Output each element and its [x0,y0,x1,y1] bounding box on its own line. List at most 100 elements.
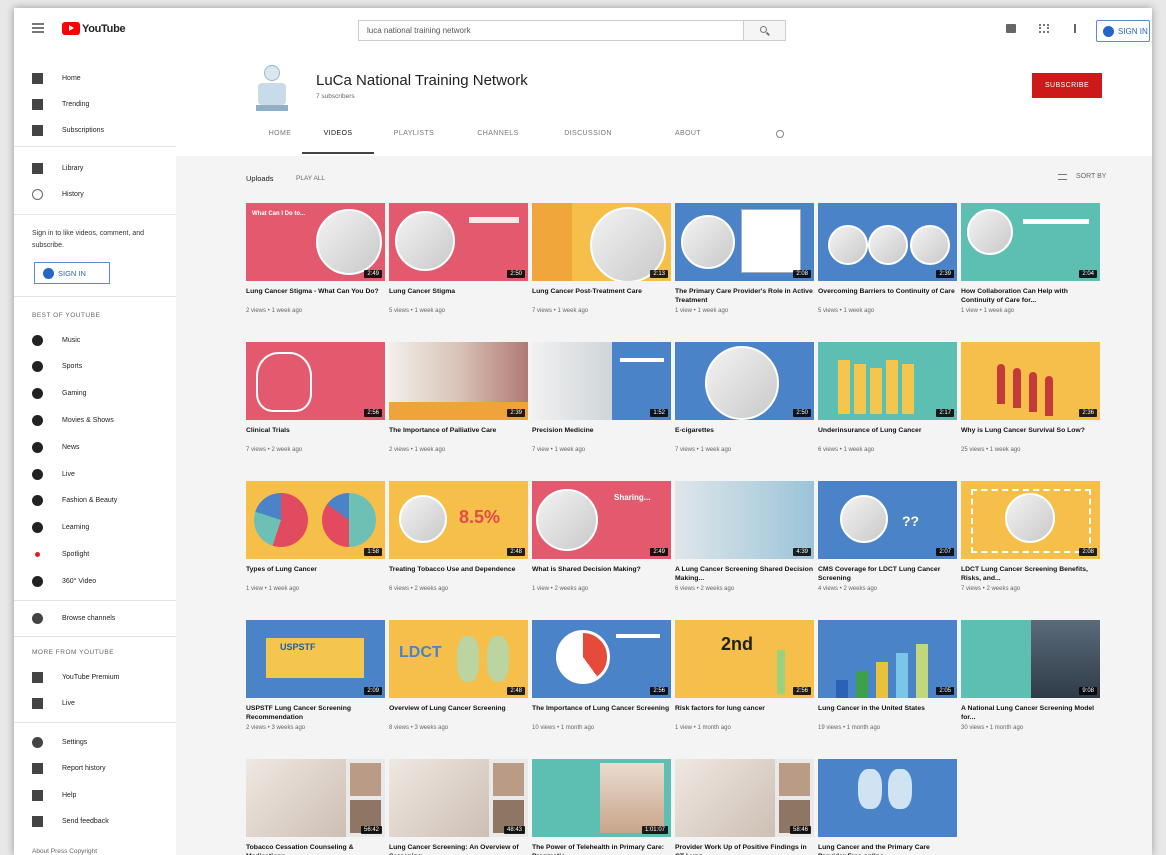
video-title[interactable]: E-cigarettes [675,426,814,444]
sidebar-item-trending[interactable]: Trending [14,94,176,114]
video-thumbnail[interactable]: 2:39 [389,342,528,420]
video-title[interactable]: Clinical Trials [246,426,385,444]
video-title[interactable]: A National Lung Cancer Screening Model f… [961,704,1100,722]
tab-videos[interactable]: VIDEOS [302,126,374,154]
sidebar-item-live[interactable]: Live [14,464,176,484]
channel-search-icon[interactable] [776,130,784,138]
video-title[interactable]: Provider Work Up of Positive Findings in… [675,843,814,855]
sidebar-item-fashion[interactable]: Fashion & Beauty [14,491,176,511]
sidebar-item-youtube-premium[interactable]: YouTube Premium [14,667,176,687]
subscribe-button[interactable]: SUBSCRIBE [1032,73,1102,98]
sidebar-item-music[interactable]: Music [14,330,176,350]
play-all-button[interactable]: PLAY ALL [296,175,325,182]
video-card[interactable]: USPSTF 2:09 USPSTF Lung Cancer Screening R… [246,620,385,731]
sidebar-footer[interactable]: About Press Copyright [32,848,97,855]
video-title[interactable]: Treating Tobacco Use and Dependence [389,565,528,583]
video-title[interactable]: The Primary Care Provider's Role in Acti… [675,287,814,305]
video-card[interactable]: 2:36 Why is Lung Cancer Survival So Low? 2… [961,342,1100,453]
video-thumbnail[interactable]: 2nd 2:56 [675,620,814,698]
sidebar-item-home[interactable]: Home [14,68,176,88]
video-title[interactable]: The Importance of Lung Cancer Screening [532,704,671,722]
youtube-logo[interactable]: YouTube [62,22,126,35]
video-thumbnail[interactable]: 1:01:07 [532,759,671,837]
video-card[interactable]: Lung Cancer and the Primary Care Provide… [818,759,957,855]
video-title[interactable]: How Collaboration Can Help with Continui… [961,287,1100,305]
video-card[interactable]: 2:13 Lung Cancer Post-Treatment Care 7 vie… [532,203,671,314]
video-thumbnail[interactable]: 56:42 [246,759,385,837]
video-title[interactable]: Why is Lung Cancer Survival So Low? [961,426,1100,444]
sidebar-item-settings[interactable]: Settings [14,732,176,752]
video-title[interactable]: Tobacco Cessation Counseling & Medicatio… [246,843,385,855]
video-card[interactable]: 2:56 The Importance of Lung Cancer Screen… [532,620,671,731]
sidebar-item-library[interactable]: Library [14,158,176,178]
apps-icon[interactable] [1039,24,1049,33]
video-thumbnail[interactable]: 8.5% 2:48 [389,481,528,559]
sidebar-item-gaming[interactable]: Gaming [14,384,176,404]
create-video-icon[interactable] [1006,24,1016,33]
video-thumbnail[interactable]: 2:08 [961,481,1100,559]
video-title[interactable]: Lung Cancer and the Primary Care Provide… [818,843,957,855]
search-input[interactable]: luca national training network [358,20,744,41]
video-thumbnail[interactable]: What Can I Do to... 2:49 [246,203,385,281]
video-title[interactable]: Precision Medicine [532,426,671,444]
video-title[interactable]: Lung Cancer Stigma [389,287,528,305]
video-card[interactable]: 2:50 Lung Cancer Stigma 5 views • 1 week a… [389,203,528,314]
video-thumbnail[interactable]: LDCT 2:48 [389,620,528,698]
sidebar-item-browse-channels[interactable]: Browse channels [14,608,176,628]
video-thumbnail[interactable]: 58:46 [675,759,814,837]
video-thumbnail[interactable]: USPSTF 2:09 [246,620,385,698]
video-card[interactable]: 56:42 Tobacco Cessation Counseling & Medi… [246,759,385,855]
video-thumbnail[interactable]: 4:39 [675,481,814,559]
menu-icon[interactable] [32,23,44,33]
sidebar-item-news[interactable]: News [14,437,176,457]
video-thumbnail[interactable]: ?? 2:07 [818,481,957,559]
tab-playlists[interactable]: PLAYLISTS [378,126,450,154]
video-card[interactable]: 2:39 Overcoming Barriers to Continuity of… [818,203,957,314]
tab-channels[interactable]: CHANNELS [462,126,534,154]
video-title[interactable]: The Importance of Palliative Care [389,426,528,444]
video-card[interactable]: What Can I Do to... 2:49 Lung Cancer Stigm… [246,203,385,314]
video-thumbnail[interactable]: 1:52 [532,342,671,420]
video-thumbnail[interactable]: 2:17 [818,342,957,420]
video-card[interactable]: 8.5% 2:48 Treating Tobacco Use and Depende… [389,481,528,592]
video-thumbnail[interactable]: 2:56 [532,620,671,698]
video-card[interactable]: Sharing... 2:49 What is Shared Decision Ma… [532,481,671,592]
video-card[interactable]: 2:08 LDCT Lung Cancer Screening Benefits,… [961,481,1100,592]
tab-discussion[interactable]: DISCUSSION [552,126,624,154]
video-thumbnail[interactable]: 2:04 [961,203,1100,281]
video-title[interactable]: LDCT Lung Cancer Screening Benefits, Ris… [961,565,1100,583]
sidebar-sign-in-button[interactable]: SIGN IN [34,262,110,284]
video-card[interactable]: ?? 2:07 CMS Coverage for LDCT Lung Cancer … [818,481,957,592]
sidebar-item-help[interactable]: Help [14,785,176,805]
tab-about[interactable]: ABOUT [652,126,724,154]
video-title[interactable]: CMS Coverage for LDCT Lung Cancer Screen… [818,565,957,583]
sidebar-item-movies[interactable]: Movies & Shows [14,410,176,430]
video-title[interactable]: Risk factors for lung cancer [675,704,814,722]
video-card[interactable]: 4:39 A Lung Cancer Screening Shared Decis… [675,481,814,592]
sidebar-item-flag[interactable]: Report history [14,759,176,779]
sidebar-item-history[interactable]: History [14,184,176,204]
sign-in-button[interactable]: SIGN IN [1096,20,1150,42]
video-title[interactable]: Overcoming Barriers to Continuity of Car… [818,287,957,305]
video-title[interactable]: Lung Cancer in the United States [818,704,957,722]
video-thumbnail[interactable]: 2:39 [818,203,957,281]
video-card[interactable]: 1:01:07 The Power of Telehealth in Primar… [532,759,671,855]
video-thumbnail[interactable]: 1:58 [246,481,385,559]
video-thumbnail[interactable] [818,759,957,837]
video-thumbnail[interactable]: 48:43 [389,759,528,837]
more-options-icon[interactable] [1074,24,1076,33]
sidebar-item-subscriptions[interactable]: Subscriptions [14,120,176,140]
video-title[interactable]: Underinsurance of Lung Cancer [818,426,957,444]
video-card[interactable]: 9:08 A National Lung Cancer Screening Mod… [961,620,1100,731]
video-card[interactable]: LDCT 2:48 Overview of Lung Cancer Screenin… [389,620,528,731]
video-card[interactable]: 2:08 The Primary Care Provider's Role in … [675,203,814,314]
uploads-heading[interactable]: Uploads [246,174,274,183]
video-thumbnail[interactable]: 9:08 [961,620,1100,698]
video-thumbnail[interactable]: 2:50 [675,342,814,420]
video-thumbnail[interactable]: 2:36 [961,342,1100,420]
sidebar-item-feedback[interactable]: Send feedback [14,812,176,832]
video-thumbnail[interactable]: 2:13 [532,203,671,281]
video-title[interactable]: Overview of Lung Cancer Screening [389,704,528,722]
video-title[interactable]: Lung Cancer Post-Treatment Care [532,287,671,305]
sidebar-item-learning[interactable]: Learning [14,518,176,538]
